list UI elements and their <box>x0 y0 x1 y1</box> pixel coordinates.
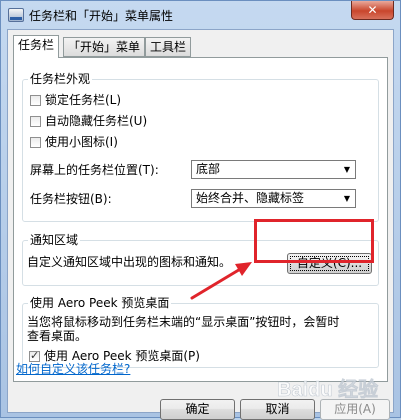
tab-label: 任务栏 <box>18 38 55 52</box>
annotation-arrow-icon <box>190 262 252 300</box>
svg-text:Baidu 经验: Baidu 经验 <box>277 377 378 401</box>
tab-taskbar[interactable]: 任务栏 <box>13 35 60 58</box>
baidu-jingyan-watermark: Baidu 经验 <box>277 377 379 402</box>
